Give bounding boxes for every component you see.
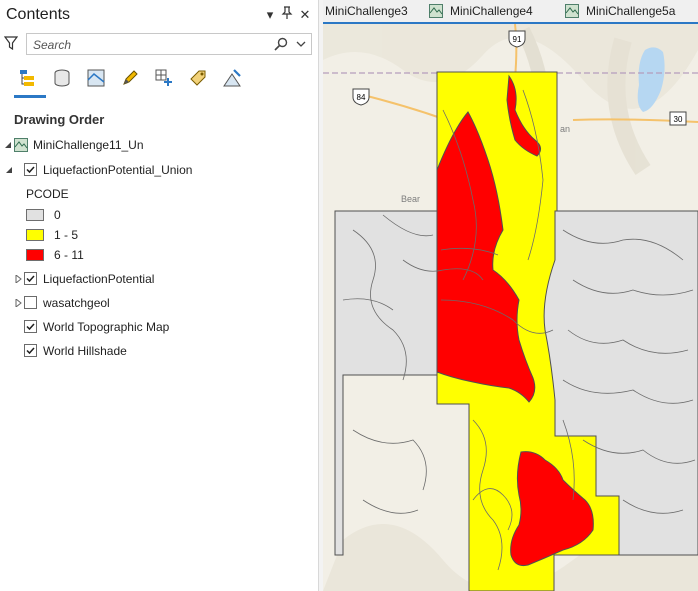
layer-name: wasatchgeol [43,296,110,310]
check-icon [26,166,35,174]
tab-minichallenge3[interactable]: MiniChallenge3 [325,0,408,22]
check-icon [26,347,35,355]
pencil-icon [123,70,138,85]
tab-minichallenge4[interactable]: MiniChallenge4 [429,0,533,22]
selection-button[interactable] [82,64,110,92]
map-selection-icon [87,69,105,87]
close-icon[interactable]: ✕ [297,6,313,24]
pin-icon[interactable] [279,6,295,25]
map-node[interactable]: MiniChallenge11_Un [0,136,318,154]
snapping-button[interactable] [150,64,178,92]
layer-item[interactable]: World Topographic Map [0,318,318,336]
layer-item[interactable]: wasatchgeol [0,294,318,312]
legend-label: 6 - 11 [54,248,84,262]
editing-button[interactable] [116,64,144,92]
check-icon [26,323,35,331]
tab-label: MiniChallenge3 [325,4,408,18]
chevron-down-icon[interactable] [295,37,307,51]
expand-triangle-icon[interactable] [14,275,22,283]
legend-field: PCODE [26,187,69,201]
layer-item[interactable]: LiquefactionPotential [0,270,318,288]
map-name: MiniChallenge11_Un [33,138,144,152]
legend-swatch [26,209,44,221]
active-tab-indicator [14,95,46,98]
layer-item[interactable]: LiquefactionPotential_Union [0,161,318,179]
layer-name: LiquefactionPotential [43,272,155,286]
layer-name: LiquefactionPotential_Union [43,163,193,177]
contents-pane: Contents ▾ ✕ Search Drawing Order MiniCh… [0,0,318,591]
snapping-icon [155,69,172,86]
layer-visibility-checkbox[interactable] [24,163,37,176]
collapse-triangle-icon[interactable] [4,141,12,149]
legend-swatch [26,249,44,261]
layer-visibility-checkbox[interactable] [24,296,37,309]
svg-text:91: 91 [513,35,522,44]
expand-triangle-icon[interactable] [14,299,22,307]
tab-label: MiniChallenge4 [450,4,533,18]
layer-name: World Topographic Map [43,320,170,334]
map-tab-bar: MiniChallenge3 MiniChallenge4 MiniChalle… [323,0,698,24]
legend-class[interactable]: 1 - 5 [26,226,146,244]
route-shield: 30 [669,111,687,126]
svg-text:84: 84 [357,93,366,102]
check-icon [26,275,35,283]
search-field[interactable] [26,33,312,55]
route-shield: 84 [352,88,370,106]
map-icon [429,4,443,18]
legend-label: 1 - 5 [54,228,79,242]
legend-class[interactable]: 0 [26,206,146,224]
filter-icon[interactable] [4,36,18,50]
search-icon[interactable] [273,36,289,52]
route-shield: 91 [508,30,526,48]
place-label: an [560,124,570,134]
legend-label: 0 [54,208,61,222]
drawing-order-icon [20,70,34,86]
tab-label: MiniChallenge5a [586,4,676,18]
layer-visibility-checkbox[interactable] [24,320,37,333]
database-icon [54,69,70,87]
layer-visibility-checkbox[interactable] [24,344,37,357]
place-label: Bear [401,194,420,204]
contents-toolbar [12,64,252,98]
map-canvas[interactable]: 91 84 30 Bear an [323,24,698,591]
pane-options-icon[interactable]: ▾ [262,6,278,24]
search-input[interactable] [31,35,275,55]
analysis-icon [223,69,241,87]
svg-text:30: 30 [674,115,683,124]
layer-item[interactable]: World Hillshade [0,342,318,360]
collapse-triangle-icon[interactable] [5,166,13,174]
drawing-order-title: Drawing Order [14,112,105,127]
map-view[interactable]: MiniChallenge3 MiniChallenge4 MiniChalle… [323,0,698,591]
label-tag-icon [190,70,206,86]
tab-minichallenge5a[interactable]: MiniChallenge5a [565,0,675,22]
pane-title: Contents [6,6,71,23]
legend-swatch [26,229,44,241]
labeling-button[interactable] [184,64,212,92]
layer-visibility-checkbox[interactable] [24,272,37,285]
map-icon [14,138,28,152]
layer-name: World Hillshade [43,344,127,358]
data-source-button[interactable] [48,64,76,92]
drawing-order-button[interactable] [14,64,42,92]
legend-class[interactable]: 6 - 11 [26,246,146,264]
charts-button[interactable] [218,64,246,92]
map-icon [565,4,579,18]
